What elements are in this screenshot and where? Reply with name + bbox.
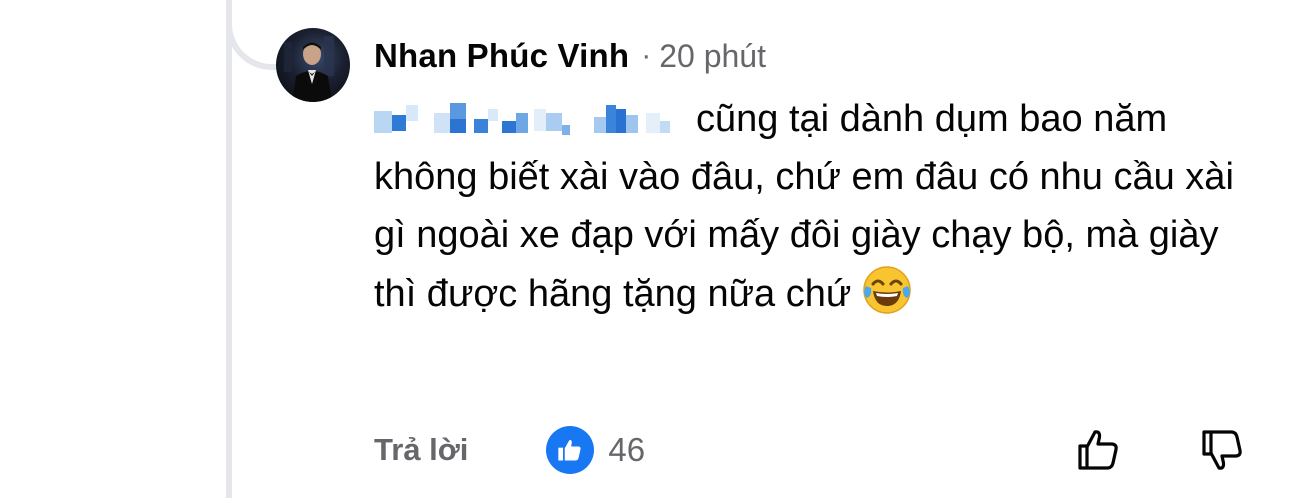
thumbs-up-outline-icon[interactable] bbox=[1072, 424, 1124, 476]
comment-text: cũng tại dành dụm bao năm không biết xài… bbox=[374, 90, 1254, 323]
comment-actions: Trả lời 46 bbox=[374, 424, 645, 476]
thumbs-up-icon[interactable] bbox=[546, 426, 595, 474]
comment-time[interactable]: 20 phút bbox=[659, 38, 766, 75]
separator-dot: · bbox=[641, 39, 652, 72]
thread-line bbox=[226, 0, 232, 498]
author-name[interactable]: Nhan Phúc Vinh bbox=[374, 37, 629, 75]
thumbs-down-outline-icon[interactable] bbox=[1196, 424, 1248, 476]
like-count: 46 bbox=[608, 431, 646, 468]
comment-header: Nhan Phúc Vinh · 20 phút bbox=[374, 32, 766, 80]
pixelated-mention bbox=[374, 101, 684, 137]
reply-button[interactable]: Trả lời bbox=[374, 432, 468, 468]
laughing-tears-emoji bbox=[863, 266, 912, 314]
avatar[interactable] bbox=[276, 28, 350, 102]
comment-text-line1: cũng tại dành dụm bao bbox=[696, 98, 1083, 140]
